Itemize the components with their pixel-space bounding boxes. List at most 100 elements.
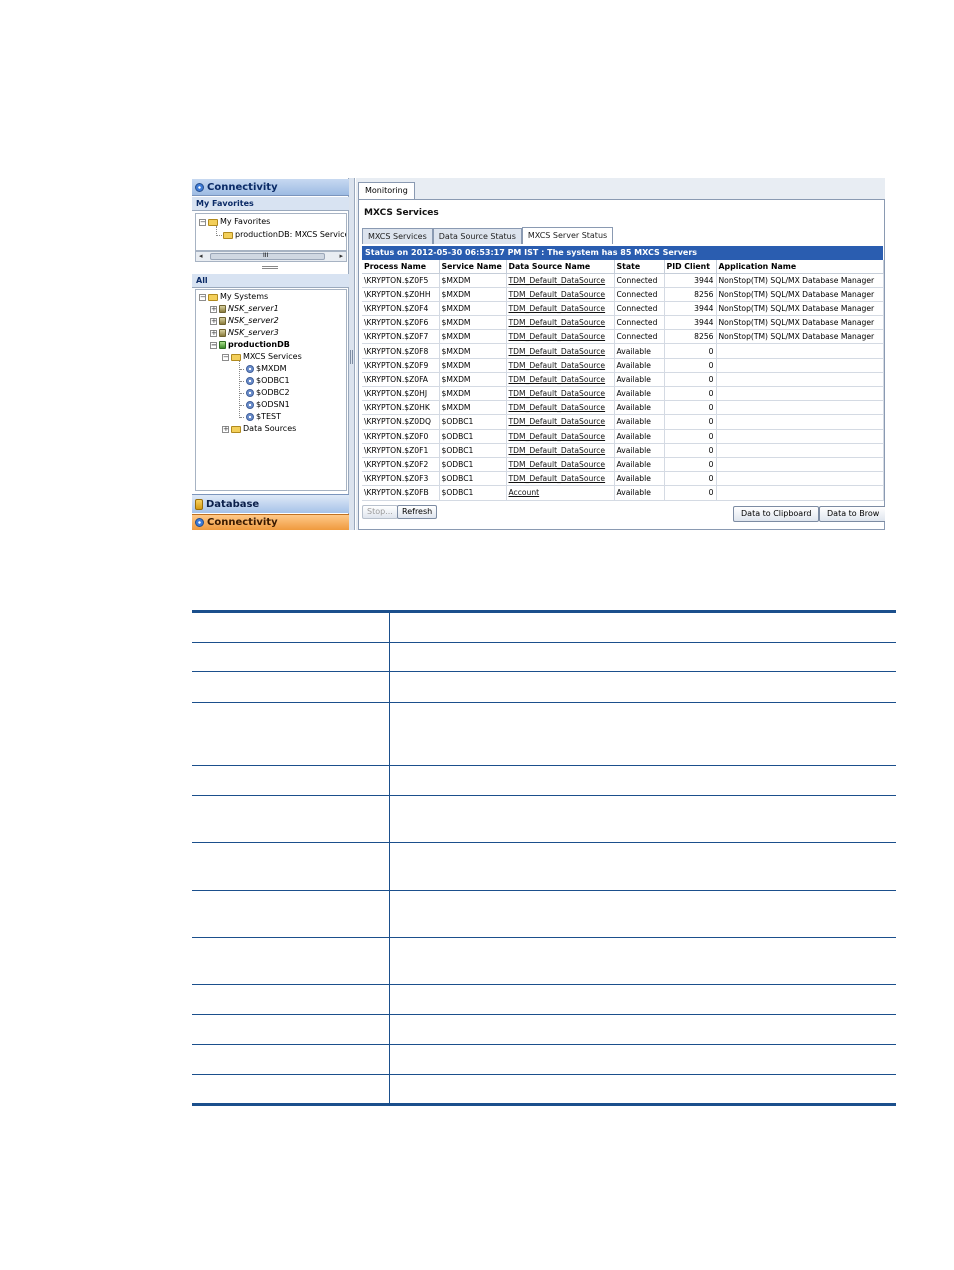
- expand-icon[interactable]: +: [210, 305, 217, 313]
- favorites-root[interactable]: − My Favorites: [199, 216, 270, 228]
- table-cell: 0: [664, 485, 717, 501]
- tab-mxcs-server-status[interactable]: MXCS Server Status: [521, 227, 614, 244]
- table-cell[interactable]: TDM_Default_DataSource: [506, 301, 615, 317]
- table-row[interactable]: \KRYPTON.$Z0HJ $MXDM TDM_Default_DataSourc…: [362, 386, 884, 402]
- tree-server[interactable]: + NSK_server3: [210, 327, 279, 339]
- expand-icon[interactable]: +: [222, 425, 229, 433]
- table-cell: Available: [614, 443, 665, 458]
- column-header[interactable]: Service Name: [439, 260, 507, 274]
- table-row[interactable]: \KRYPTON.$Z0HH $MXDM TDM_Default_DataSourc…: [362, 287, 884, 302]
- table-cell: \KRYPTON.$Z0F5: [362, 273, 440, 288]
- table-row[interactable]: \KRYPTON.$Z0F3 $ODBC1 TDM_Default_DataSour…: [362, 471, 884, 487]
- tree-productiondb[interactable]: − productionDB: [210, 339, 290, 351]
- table-cell[interactable]: TDM_Default_DataSource: [506, 471, 615, 487]
- table-cell: $MXDM: [439, 358, 507, 373]
- database-area-header[interactable]: Database: [192, 494, 349, 513]
- connectivity-area-header[interactable]: Connectivity: [192, 179, 349, 196]
- gear-icon: [246, 413, 254, 421]
- table-cell[interactable]: TDM_Default_DataSource: [506, 414, 615, 430]
- table-row[interactable]: \KRYPTON.$Z0F9 $MXDM TDM_Default_DataSourc…: [362, 358, 884, 373]
- collapse-icon[interactable]: −: [199, 293, 206, 301]
- stop-button[interactable]: Stop...: [362, 505, 398, 519]
- table-row[interactable]: \KRYPTON.$Z0FB $ODBC1 Account Available 0: [362, 485, 884, 501]
- expand-icon[interactable]: +: [210, 317, 217, 325]
- scroll-right-icon[interactable]: ▸: [339, 252, 343, 261]
- connectivity-area-tab[interactable]: Connectivity: [192, 514, 349, 530]
- tree-service[interactable]: $TEST: [240, 411, 281, 423]
- table-row[interactable]: \KRYPTON.$Z0F2 $ODBC1 TDM_Default_DataSour…: [362, 457, 884, 473]
- table-cell: [389, 984, 896, 1015]
- table-cell: \KRYPTON.$Z0F7: [362, 329, 440, 345]
- scroll-left-icon[interactable]: ◂: [199, 252, 203, 261]
- table-row[interactable]: \KRYPTON.$Z0F5 $MXDM TDM_Default_DataSourc…: [362, 273, 884, 288]
- table-cell[interactable]: TDM_Default_DataSource: [506, 343, 615, 359]
- table-cell[interactable]: TDM_Default_DataSource: [506, 287, 615, 302]
- table-row[interactable]: \KRYPTON.$Z0HK $MXDM TDM_Default_DataSourc…: [362, 400, 884, 416]
- scrollbar-thumb[interactable]: III: [210, 252, 325, 260]
- table-cell: [192, 890, 390, 938]
- tree-server[interactable]: + NSK_server2: [210, 315, 279, 327]
- table-row: [192, 609, 896, 644]
- table-row[interactable]: \KRYPTON.$Z0F7 $MXDM TDM_Default_DataSourc…: [362, 329, 884, 345]
- tree-my-systems[interactable]: − My Systems: [199, 291, 268, 303]
- connectivity-header-label: Connectivity: [207, 181, 278, 193]
- column-header[interactable]: Data Source Name: [506, 260, 615, 274]
- column-header[interactable]: State: [614, 260, 665, 274]
- table-cell[interactable]: TDM_Default_DataSource: [506, 329, 615, 345]
- data-to-browser-button[interactable]: Data to Brow: [819, 506, 885, 522]
- tree-service[interactable]: $MXDM: [240, 363, 287, 375]
- tab-monitoring[interactable]: Monitoring: [358, 182, 415, 199]
- collapse-icon[interactable]: −: [222, 353, 229, 361]
- tree-data-sources[interactable]: + Data Sources: [222, 423, 296, 435]
- table-row[interactable]: \KRYPTON.$Z0F4 $MXDM TDM_Default_DataSourc…: [362, 301, 884, 317]
- tab-data-source-status[interactable]: Data Source Status: [432, 228, 522, 244]
- table-cell[interactable]: TDM_Default_DataSource: [506, 358, 615, 373]
- table-row[interactable]: \KRYPTON.$Z0FA $MXDM TDM_Default_DataSourc…: [362, 372, 884, 388]
- table-cell: [389, 642, 896, 673]
- table-cell[interactable]: TDM_Default_DataSource: [506, 372, 615, 388]
- tab-mxcs-services[interactable]: MXCS Services: [362, 228, 433, 244]
- table-cell: 0: [664, 429, 717, 444]
- tree-service[interactable]: $ODBC2: [240, 387, 290, 399]
- expand-icon[interactable]: +: [210, 329, 217, 337]
- refresh-button[interactable]: Refresh: [397, 505, 438, 519]
- table-row[interactable]: \KRYPTON.$Z0F1 $ODBC1 TDM_Default_DataSour…: [362, 443, 884, 458]
- table-cell: 0: [664, 414, 717, 430]
- column-header[interactable]: Process Name: [362, 260, 440, 274]
- collapse-icon[interactable]: −: [210, 341, 217, 349]
- pane-splitter[interactable]: [349, 178, 355, 530]
- table-row[interactable]: \KRYPTON.$Z0DQ $ODBC1 TDM_Default_DataSour…: [362, 414, 884, 430]
- table-cell: [389, 1074, 896, 1107]
- splitter-grip-icon[interactable]: [350, 350, 353, 364]
- favorites-item-productiondb[interactable]: productionDB: MXCS Services: [223, 229, 346, 241]
- tree-server[interactable]: + NSK_server1: [210, 303, 279, 315]
- table-cell: [716, 386, 884, 402]
- tree-service[interactable]: $ODBC1: [240, 375, 290, 387]
- table-cell: NonStop(TM) SQL/MX Database Manager: [716, 273, 884, 288]
- data-to-clipboard-button[interactable]: Data to Clipboard: [733, 506, 820, 522]
- table-cell[interactable]: TDM_Default_DataSource: [506, 386, 615, 402]
- tree-mxcs-services[interactable]: − MXCS Services: [222, 351, 302, 363]
- panel-title: MXCS Services: [364, 208, 439, 218]
- navigation-pane: Connectivity My Favorites − My Favorites…: [192, 178, 349, 530]
- collapse-icon[interactable]: −: [199, 218, 206, 226]
- table-cell[interactable]: TDM_Default_DataSource: [506, 315, 615, 331]
- table-cell[interactable]: TDM_Default_DataSource: [506, 457, 615, 473]
- table-cell[interactable]: TDM_Default_DataSource: [506, 443, 615, 458]
- column-header[interactable]: Application Name: [716, 260, 884, 274]
- favorites-tree: − My Favorites productionDB: MXCS Servic…: [195, 213, 347, 251]
- column-header[interactable]: PID Client: [664, 260, 717, 274]
- table-cell[interactable]: Account: [506, 485, 615, 501]
- table-cell[interactable]: TDM_Default_DataSource: [506, 400, 615, 416]
- table-cell[interactable]: TDM_Default_DataSource: [506, 429, 615, 444]
- table-cell[interactable]: TDM_Default_DataSource: [506, 273, 615, 288]
- favorites-horizontal-scrollbar[interactable]: ◂ III ▸: [195, 251, 347, 262]
- table-row[interactable]: \KRYPTON.$Z0F8 $MXDM TDM_Default_DataSourc…: [362, 343, 884, 359]
- tree-service[interactable]: $ODSN1: [240, 399, 290, 411]
- pane-resize-grip[interactable]: [262, 266, 278, 269]
- table-cell: [389, 671, 896, 704]
- table-cell: Available: [614, 471, 665, 487]
- table-row[interactable]: \KRYPTON.$Z0F0 $ODBC1 TDM_Default_DataSour…: [362, 429, 884, 444]
- table-row[interactable]: \KRYPTON.$Z0F6 $MXDM TDM_Default_DataSourc…: [362, 315, 884, 331]
- table-cell: [389, 842, 896, 891]
